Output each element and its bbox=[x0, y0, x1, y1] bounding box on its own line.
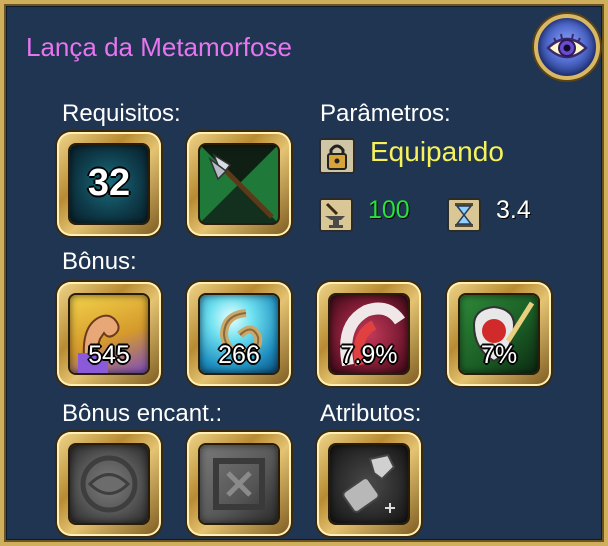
bonus-slot[interactable]: 266 bbox=[187, 282, 291, 386]
bonus-value: 7.9% bbox=[340, 341, 398, 369]
power-value: 100 bbox=[368, 196, 410, 224]
lock-icon bbox=[319, 138, 355, 174]
bonus-slot[interactable]: 7% bbox=[447, 282, 551, 386]
item-tooltip-panel: Lança da Metamorfose Requisitos: 32 Parâ… bbox=[0, 0, 608, 546]
bonus-slot[interactable]: 7.9% bbox=[317, 282, 421, 386]
empty-gem-slot-icon bbox=[70, 445, 148, 523]
level-requirement-slot[interactable]: 32 bbox=[57, 132, 161, 236]
empty-rune-slot-icon bbox=[200, 445, 278, 523]
attributes-heading: Atributos: bbox=[320, 400, 422, 427]
speed-value: 3.4 bbox=[496, 196, 531, 224]
bonus-value: 7% bbox=[480, 341, 518, 369]
hourglass-icon bbox=[447, 198, 481, 232]
spear-icon bbox=[200, 145, 278, 223]
parameters-heading: Parâmetros: bbox=[320, 100, 451, 127]
level-badge-icon: 32 bbox=[70, 145, 148, 223]
enchant-bonus-heading: Bônus encant.: bbox=[62, 400, 223, 427]
item-title: Lança da Metamorfose bbox=[26, 32, 292, 62]
bonus-slot[interactable]: 545 bbox=[57, 282, 161, 386]
bonus-value: 545 bbox=[88, 341, 130, 369]
equipping-status: Equipando bbox=[370, 136, 504, 167]
eye-icon[interactable] bbox=[534, 14, 600, 80]
enchant-slot[interactable] bbox=[187, 432, 291, 536]
weapon-type-slot[interactable] bbox=[187, 132, 291, 236]
bonus-heading: Bônus: bbox=[62, 248, 137, 275]
attribute-slot[interactable] bbox=[317, 432, 421, 536]
level-value: 32 bbox=[87, 162, 131, 204]
requirements-heading: Requisitos: bbox=[62, 100, 181, 127]
gauntlet-icon bbox=[330, 445, 408, 523]
enchant-slot[interactable] bbox=[57, 432, 161, 536]
bonus-value: 266 bbox=[218, 341, 260, 369]
anvil-icon bbox=[319, 198, 353, 232]
